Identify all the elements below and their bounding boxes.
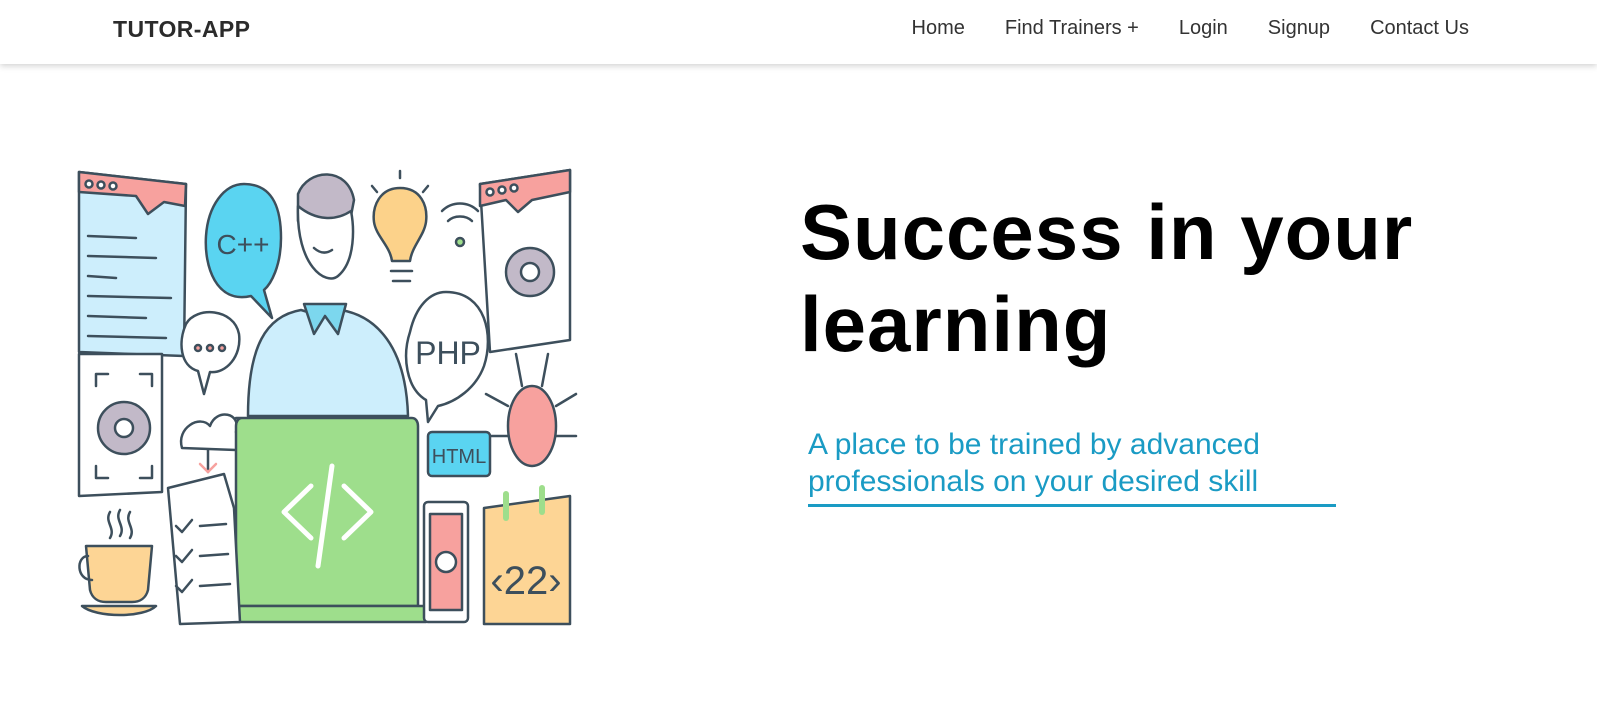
cpp-speech-bubble: C++: [204, 182, 283, 320]
html-label: HTML: [432, 446, 486, 468]
cpp-label: C++: [217, 229, 270, 260]
coffee-cup-icon: [78, 508, 158, 617]
nav-contact-us[interactable]: Contact Us: [1370, 17, 1469, 40]
calendar-icon: ‹22›: [482, 485, 572, 626]
lightbulb-icon: [370, 169, 430, 283]
php-speech-bubble: PHP: [404, 290, 490, 424]
settings-gear-panel: [77, 352, 164, 498]
nav-find-trainers[interactable]: Find Trainers +: [1005, 17, 1139, 40]
nav-links: Home Find Trainers + Login Signup Contac…: [872, 17, 1469, 40]
nav-signup[interactable]: Signup: [1268, 17, 1330, 40]
browser-window-left: [77, 170, 188, 358]
wifi-icon: [440, 202, 480, 248]
top-navbar: TUTOR-APP Home Find Trainers + Login Sig…: [0, 0, 1597, 64]
nav-home[interactable]: Home: [912, 17, 965, 40]
nav-login[interactable]: Login: [1179, 17, 1228, 40]
bug-icon: [484, 352, 578, 468]
brand-logo[interactable]: TUTOR-APP: [113, 16, 250, 43]
phone-icon: [422, 500, 470, 624]
hero-title: Success in your learning: [800, 188, 1414, 368]
calendar-label: ‹22›: [490, 559, 561, 603]
hero-illustration: C++ PHP HTML ‹22›: [77, 168, 578, 626]
checklist-document-icon: [166, 472, 242, 626]
html-tag-icon: HTML: [426, 430, 492, 478]
chat-bubble-icon: [180, 311, 241, 396]
hero-subtitle: A place to be trained by advanced profes…: [808, 426, 1336, 507]
laptop-icon: [224, 416, 430, 624]
php-label: PHP: [415, 335, 481, 371]
browser-window-right: [478, 168, 572, 354]
hero-text: Success in your learning A place to be t…: [800, 186, 1540, 507]
